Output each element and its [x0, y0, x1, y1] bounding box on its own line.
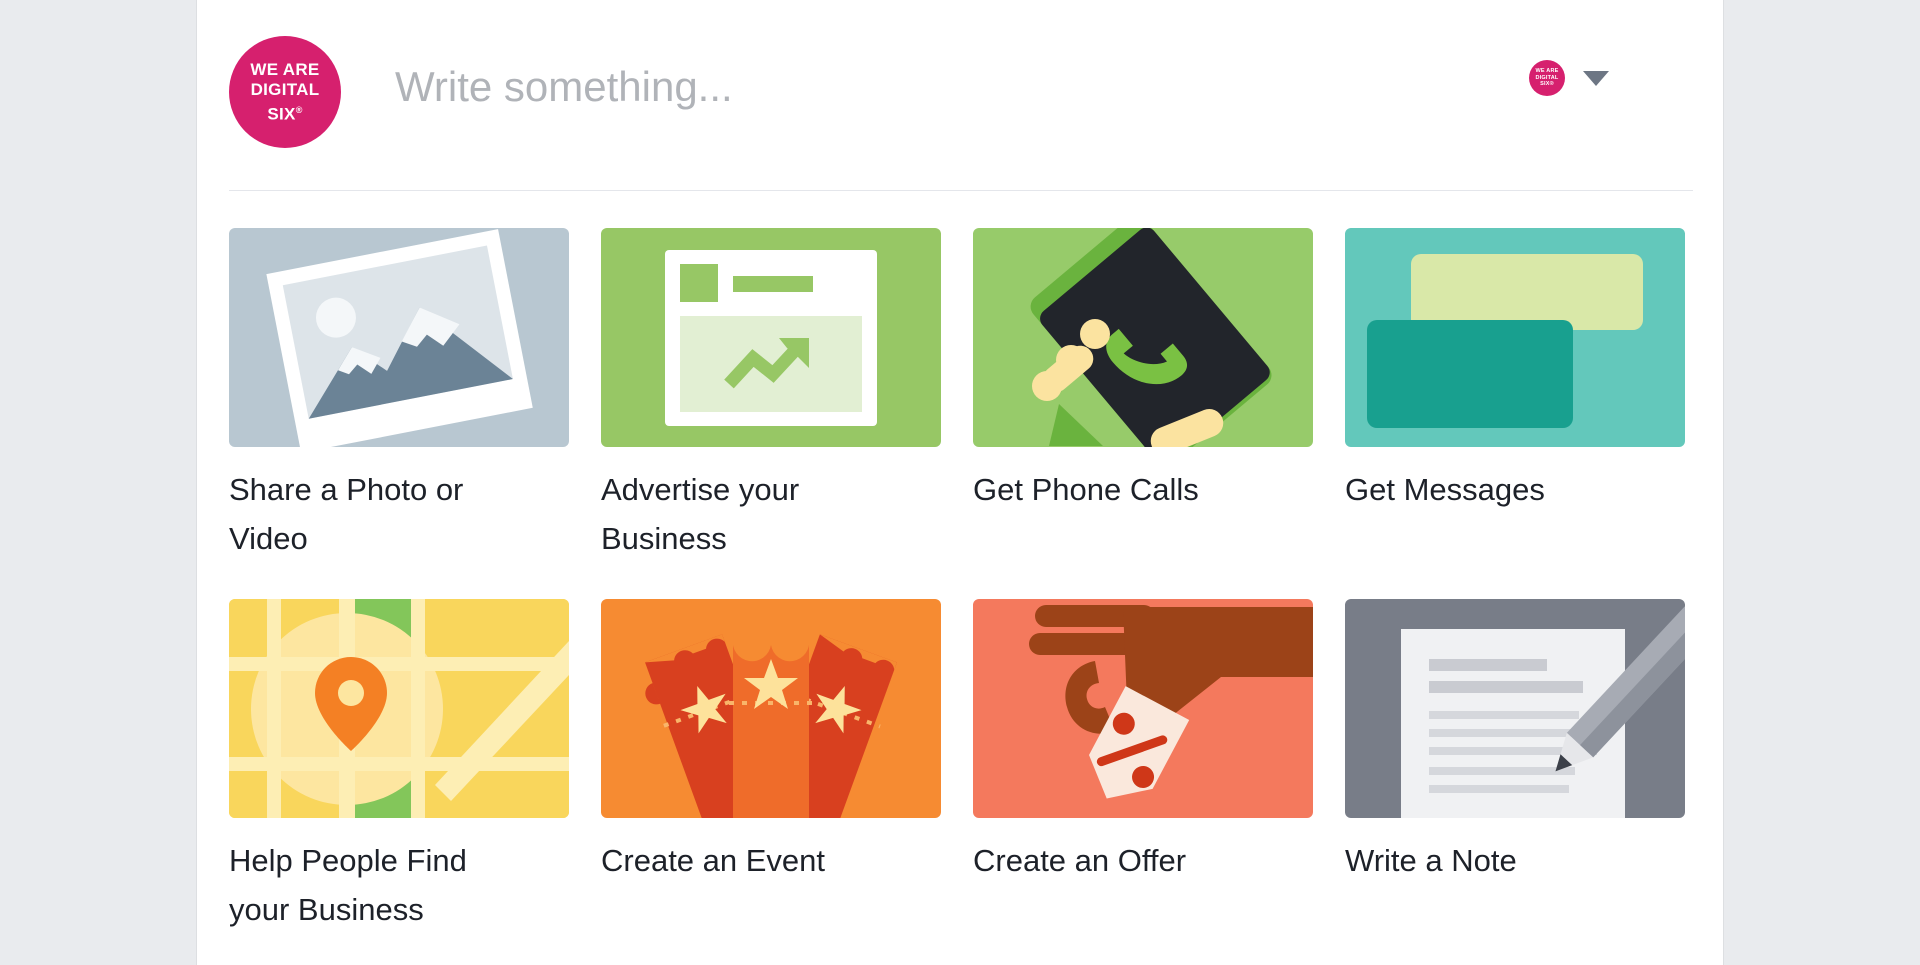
browser-chart-icon — [665, 250, 877, 426]
tile-thumbnail[interactable] — [601, 599, 941, 818]
tile-share-photo-or-video[interactable]: Share a Photo or Video — [229, 228, 569, 563]
brand-logo: WE ARE DIGITAL SIX® — [229, 36, 341, 148]
brand-logo-line3: SIX® — [267, 104, 303, 124]
tile-label: Create an Offer — [973, 843, 1187, 878]
tile-thumbnail[interactable] — [973, 228, 1313, 447]
tile-thumbnail[interactable] — [229, 228, 569, 447]
header-divider — [229, 190, 1693, 191]
tile-get-messages[interactable]: Get Messages — [1345, 228, 1685, 563]
composer-input[interactable] — [393, 52, 1393, 122]
page-root: WE ARE DIGITAL SIX® WE ARE DIGITAL SIX® — [0, 0, 1920, 965]
brand-logo-line2: DIGITAL — [250, 79, 320, 99]
composer-header: WE ARE DIGITAL SIX® WE ARE DIGITAL SIX® — [197, 0, 1723, 190]
chevron-down-icon[interactable] — [1583, 70, 1609, 86]
tile-help-people-find-your-business[interactable]: Help People Find your Business — [229, 599, 569, 934]
page-gutter-left — [0, 0, 196, 965]
note-pencil-icon — [1401, 604, 1685, 818]
tickets-icon — [645, 629, 897, 818]
tile-create-an-event[interactable]: Create an Event — [601, 599, 941, 934]
tile-label: Create an Event — [601, 843, 826, 878]
tile-label: Help People Find your Business — [229, 843, 467, 927]
tile-thumbnail[interactable] — [1345, 599, 1685, 818]
tile-thumbnail[interactable] — [229, 599, 569, 818]
avatar-line3: SIX® — [1540, 81, 1554, 88]
tile-label: Get Phone Calls — [973, 472, 1199, 507]
tile-label: Advertise your Business — [601, 472, 800, 556]
avatar[interactable]: WE ARE DIGITAL SIX® — [1529, 60, 1565, 96]
tile-get-phone-calls[interactable]: Get Phone Calls — [973, 228, 1313, 563]
tile-thumbnail[interactable] — [601, 228, 941, 447]
account-menu[interactable]: WE ARE DIGITAL SIX® — [1529, 60, 1609, 96]
tile-label: Write a Note — [1345, 843, 1517, 878]
composer-card: WE ARE DIGITAL SIX® WE ARE DIGITAL SIX® — [196, 0, 1724, 965]
tile-label: Share a Photo or Video — [229, 472, 464, 556]
price-tag-hand-icon — [1029, 605, 1313, 799]
tile-create-an-offer[interactable]: Create an Offer — [973, 599, 1313, 934]
page-gutter-right — [1724, 0, 1920, 965]
action-tile-grid: Share a Photo or Video Advertise your Bu… — [229, 228, 1693, 934]
tile-label: Get Messages — [1345, 472, 1545, 507]
chat-bubbles-icon — [1367, 254, 1643, 428]
tile-thumbnail[interactable] — [1345, 228, 1685, 447]
tile-thumbnail[interactable] — [973, 599, 1313, 818]
brand-logo-line1: WE ARE — [250, 59, 320, 79]
photo-icon — [266, 229, 533, 447]
tile-advertise-your-business[interactable]: Advertise your Business — [601, 228, 941, 563]
tile-write-a-note[interactable]: Write a Note — [1345, 599, 1685, 934]
hand-phone-icon — [1030, 228, 1272, 447]
map-pin-icon — [229, 599, 569, 818]
